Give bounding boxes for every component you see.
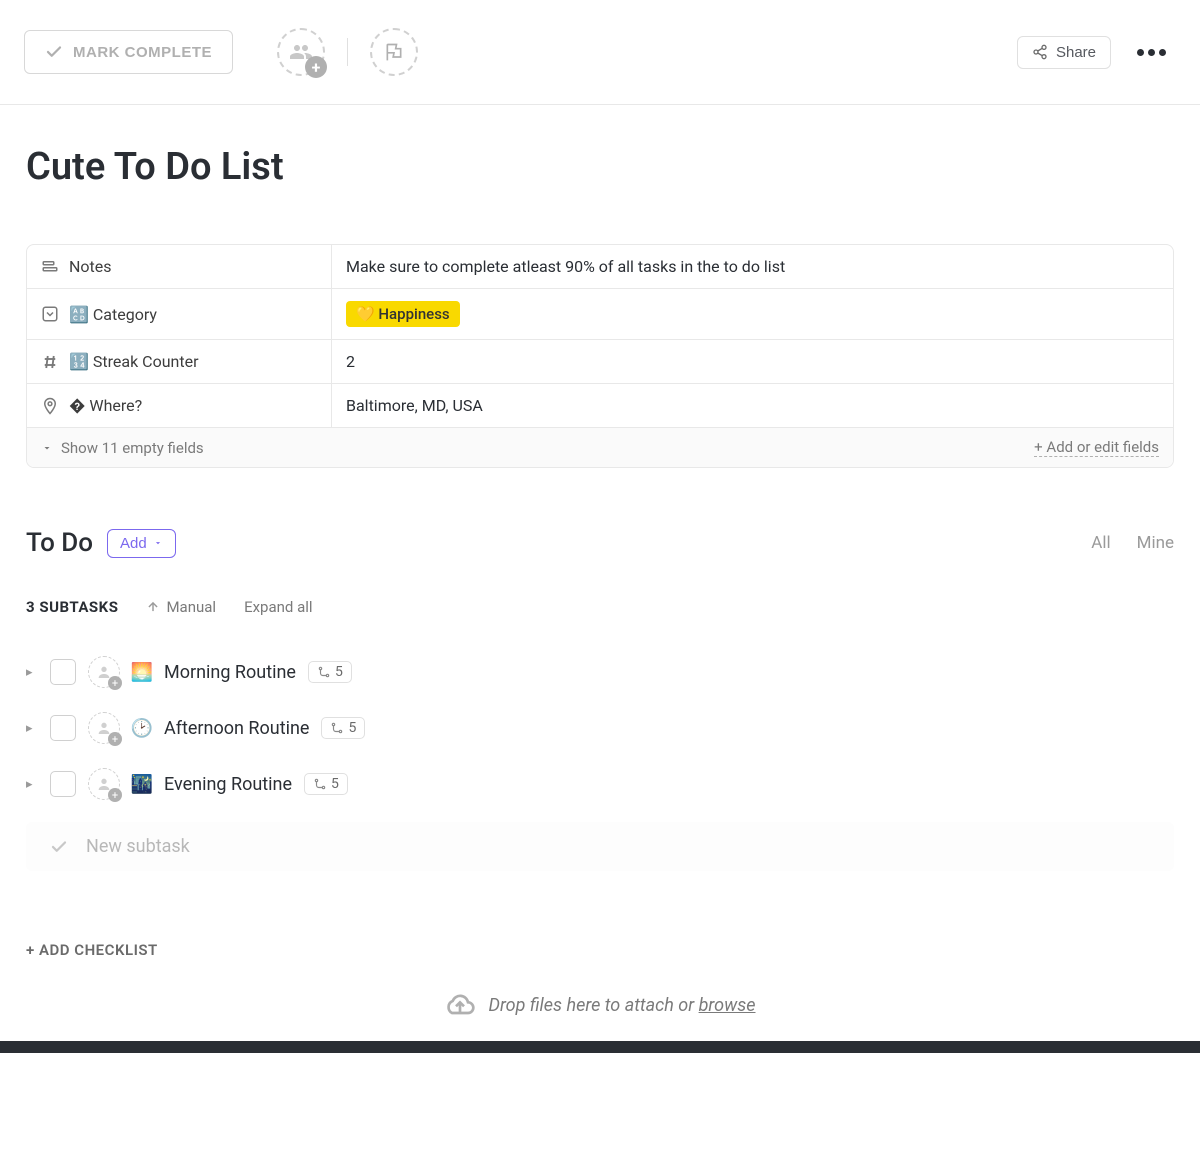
more-button[interactable] — [1127, 49, 1176, 56]
subtask-checkbox[interactable] — [50, 771, 76, 797]
sort-label: Manual — [166, 598, 216, 616]
sort-button[interactable]: Manual — [146, 598, 216, 616]
subtasks-toolbar: 3 SUBTASKS Manual Expand all — [26, 598, 1174, 616]
field-label[interactable]: Notes — [27, 245, 332, 288]
cloud-upload-icon — [444, 989, 476, 1021]
filter-tabs: All Mine — [1091, 533, 1174, 553]
new-subtask-placeholder: New subtask — [86, 836, 190, 857]
add-label: Add — [120, 535, 147, 552]
subtask-count-badge[interactable]: 5 — [304, 773, 348, 795]
subtask-title[interactable]: Afternoon Routine — [164, 718, 309, 739]
chevron-right-icon[interactable]: ▸ — [26, 665, 38, 680]
field-row-where: � Where? Baltimore, MD, USA — [27, 384, 1173, 428]
flag-icon — [384, 42, 404, 62]
show-empty-label: Show 11 empty fields — [61, 439, 204, 457]
chevron-right-icon[interactable]: ▸ — [26, 777, 38, 792]
assign-button[interactable]: + — [88, 712, 120, 744]
field-value[interactable]: Baltimore, MD, USA — [332, 384, 1173, 427]
field-name: 🔢 Streak Counter — [69, 352, 199, 371]
expand-all-button[interactable]: Expand all — [244, 598, 312, 616]
subtask-checkbox[interactable] — [50, 715, 76, 741]
caret-down-icon — [153, 538, 163, 548]
field-label[interactable]: 🔠 Category — [27, 289, 332, 339]
share-label: Share — [1056, 44, 1096, 61]
subtask-emoji: 🕑 — [132, 718, 152, 738]
field-row-category: 🔠 Category 💛 Happiness — [27, 289, 1173, 340]
field-label[interactable]: 🔢 Streak Counter — [27, 340, 332, 383]
subtask-emoji: 🌅 — [132, 662, 152, 682]
field-row-notes: Notes Make sure to complete atleast 90% … — [27, 245, 1173, 289]
share-button[interactable]: Share — [1017, 36, 1111, 69]
divider — [347, 38, 348, 66]
field-name: Notes — [69, 257, 112, 276]
subtask-row[interactable]: ▸ + 🌃 Evening Routine 5 — [26, 756, 1174, 812]
subtask-row[interactable]: ▸ + 🌅 Morning Routine 5 — [26, 644, 1174, 700]
number-icon — [41, 353, 59, 371]
status-header: To Do Add All Mine — [26, 528, 1174, 558]
add-checklist-button[interactable]: + ADD CHECKLIST — [26, 941, 1174, 959]
plus-icon: + — [108, 732, 122, 746]
filter-mine[interactable]: Mine — [1137, 533, 1174, 553]
arrow-up-icon — [146, 600, 160, 614]
add-edit-fields-button[interactable]: + Add or edit fields — [1034, 438, 1159, 457]
browse-link[interactable]: browse — [699, 995, 756, 1016]
custom-fields-table: Notes Make sure to complete atleast 90% … — [26, 244, 1174, 468]
subtask-emoji: 🌃 — [132, 774, 152, 794]
location-icon — [41, 397, 59, 415]
subtask-count-badge[interactable]: 5 — [308, 661, 352, 683]
field-name: � Where? — [69, 396, 142, 415]
mark-complete-button[interactable]: MARK COMPLETE — [24, 30, 233, 74]
subtask-tree-icon — [313, 777, 327, 791]
field-value[interactable]: 💛 Happiness — [332, 289, 1173, 339]
subtask-title[interactable]: Evening Routine — [164, 774, 292, 795]
text-icon — [41, 258, 59, 276]
check-icon — [50, 838, 68, 856]
add-subtask-button[interactable]: Add — [107, 529, 176, 558]
show-empty-fields-button[interactable]: Show 11 empty fields — [41, 439, 204, 457]
field-value[interactable]: Make sure to complete atleast 90% of all… — [332, 245, 1173, 288]
bottom-strip — [0, 1041, 1200, 1053]
fields-footer: Show 11 empty fields + Add or edit field… — [27, 428, 1173, 467]
share-icon — [1032, 44, 1048, 60]
page-title[interactable]: Cute To Do List — [26, 145, 1174, 189]
assign-button[interactable]: + — [88, 768, 120, 800]
category-badge: 💛 Happiness — [346, 301, 460, 327]
chevron-right-icon[interactable]: ▸ — [26, 721, 38, 736]
subtask-tree-icon — [317, 665, 331, 679]
new-subtask-input[interactable]: New subtask — [26, 822, 1174, 871]
plus-icon: + — [305, 56, 327, 78]
flag-button[interactable] — [370, 28, 418, 76]
subtasks-list: ▸ + 🌅 Morning Routine 5 ▸ + 🕑 Afternoon … — [26, 644, 1174, 812]
field-name: 🔠 Category — [69, 305, 157, 324]
dropzone-text: Drop files here to attach or browse — [488, 995, 755, 1016]
subtask-checkbox[interactable] — [50, 659, 76, 685]
field-row-streak: 🔢 Streak Counter 2 — [27, 340, 1173, 384]
subtask-tree-icon — [330, 721, 344, 735]
field-label[interactable]: � Where? — [27, 384, 332, 427]
field-value[interactable]: 2 — [332, 340, 1173, 383]
assign-button[interactable]: + — [88, 656, 120, 688]
dropdown-icon — [41, 305, 59, 323]
caret-down-icon — [41, 442, 53, 454]
subtask-row[interactable]: ▸ + 🕑 Afternoon Routine 5 — [26, 700, 1174, 756]
subtasks-count: 3 SUBTASKS — [26, 598, 118, 616]
filter-all[interactable]: All — [1091, 533, 1110, 553]
top-toolbar: MARK COMPLETE + Share — [0, 0, 1200, 105]
assignee-add-button[interactable]: + — [277, 28, 325, 76]
plus-icon: + — [108, 788, 122, 802]
mark-complete-label: MARK COMPLETE — [73, 44, 212, 61]
content-area: Cute To Do List Notes Make sure to compl… — [0, 145, 1200, 959]
check-icon — [45, 43, 63, 61]
attachment-dropzone[interactable]: Drop files here to attach or browse — [0, 959, 1200, 1041]
plus-icon: + — [108, 676, 122, 690]
status-title: To Do — [26, 528, 93, 558]
ellipsis-icon — [1137, 49, 1144, 56]
subtask-count-badge[interactable]: 5 — [321, 717, 365, 739]
subtask-title[interactable]: Morning Routine — [164, 662, 296, 683]
